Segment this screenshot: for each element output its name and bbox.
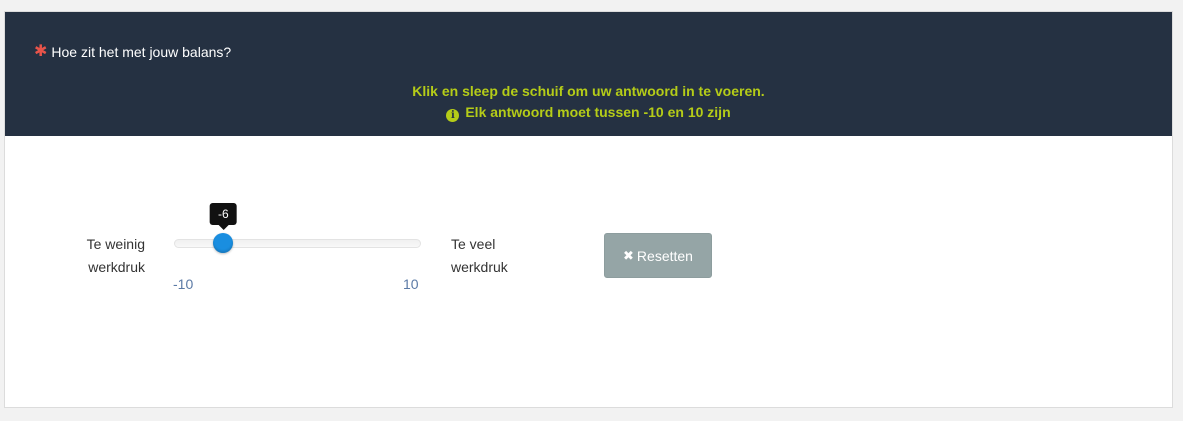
question-panel: ✱ Hoe zit het met jouw balans? Klik en s…	[4, 11, 1173, 408]
question-title: ✱ Hoe zit het met jouw balans?	[34, 43, 232, 61]
slider-min-label: -10	[173, 276, 194, 292]
instruction-range-line: i Elk antwoord moet tussen -10 en 10 zijn	[5, 102, 1172, 123]
instruction-range: Elk antwoord moet tussen -10 en 10 zijn	[465, 104, 731, 120]
slider-label-right: Te veel werkdruk	[451, 233, 541, 279]
slider-label-left-line1: Te weinig	[86, 236, 145, 252]
slider-value-tooltip: -6	[210, 203, 237, 230]
question-text: Hoe zit het met jouw balans?	[51, 44, 232, 60]
slider-label-right-line2: werkdruk	[451, 259, 508, 275]
reset-button-label: Resetten	[636, 247, 693, 264]
instruction-drag: Klik en sleep de schuif om uw antwoord i…	[412, 83, 765, 99]
instructions: Klik en sleep de schuif om uw antwoord i…	[5, 81, 1172, 123]
question-header: ✱ Hoe zit het met jouw balans? Klik en s…	[5, 12, 1172, 136]
slider-label-left-line2: werkdruk	[88, 259, 145, 275]
reset-button[interactable]: ✖ Resetten	[604, 233, 712, 278]
slider-handle[interactable]	[213, 233, 234, 253]
slider-label-right-line1: Te veel	[451, 236, 496, 252]
required-asterisk-icon: ✱	[34, 43, 48, 60]
slider-track[interactable]	[174, 239, 421, 248]
info-icon: i	[446, 109, 460, 122]
x-icon: ✖	[623, 247, 634, 263]
slider-max-label: 10	[403, 276, 419, 292]
slider-label-left: Te weinig werkdruk	[69, 233, 145, 279]
